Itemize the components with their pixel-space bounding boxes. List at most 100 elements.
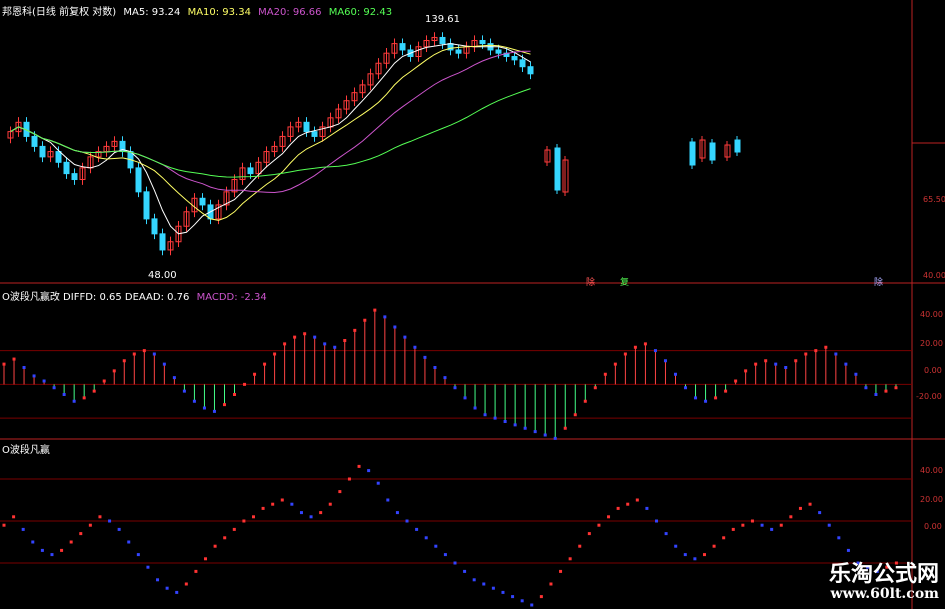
candlestick xyxy=(689,141,696,166)
diffd-point xyxy=(122,359,126,363)
wave-point xyxy=(2,523,6,527)
diffd-point xyxy=(463,396,467,400)
wave-point xyxy=(722,536,726,540)
diffd-point xyxy=(433,366,437,369)
p2-ytick-2: 20.00 xyxy=(920,339,943,348)
diffd-point xyxy=(704,399,708,403)
diffd-point xyxy=(222,403,226,407)
diffd-point xyxy=(804,352,808,356)
diffd-point xyxy=(613,362,617,366)
diffd-point xyxy=(774,362,778,366)
diffd-point xyxy=(653,349,657,353)
diffd-point xyxy=(62,393,66,396)
wave-point xyxy=(165,586,169,590)
diffd-point xyxy=(473,406,477,410)
wave-point xyxy=(319,511,323,515)
wave-point xyxy=(98,515,102,519)
wave-point xyxy=(616,506,620,510)
diffd-point xyxy=(112,369,116,373)
candlestick xyxy=(511,55,518,61)
candlestick xyxy=(63,161,70,175)
candlestick xyxy=(554,147,561,191)
diffd-point xyxy=(874,393,878,396)
wave-point xyxy=(664,532,668,536)
diffd-point xyxy=(32,374,36,378)
wave-point xyxy=(472,578,476,582)
candlestick xyxy=(399,43,406,51)
candlestick xyxy=(31,135,38,147)
wave-point xyxy=(463,569,467,573)
diffd-point xyxy=(82,396,86,400)
wave-point xyxy=(184,582,188,586)
wave-point xyxy=(338,490,342,494)
diffd-point xyxy=(423,355,427,359)
wave-point xyxy=(405,519,409,523)
panel3-title: O波段凡赢 xyxy=(2,445,50,456)
panel1-header: 邦恩科(日线 前复权 对数) MA5: 93.24 MA10: 93.34 MA… xyxy=(2,3,392,18)
wave-point xyxy=(559,569,563,573)
chart-stage: 邦恩科(日线 前复权 对数) MA5: 93.24 MA10: 93.34 MA… xyxy=(0,0,945,609)
wave-point xyxy=(770,527,774,531)
wave-point xyxy=(79,532,83,536)
diffd-point xyxy=(393,325,397,329)
diffd-point xyxy=(694,396,698,400)
ma5-label: MA5: 93.24 xyxy=(123,7,181,18)
wave-point xyxy=(549,582,553,586)
diffd-point xyxy=(333,345,337,349)
diffd-point xyxy=(603,372,607,376)
p1-ytick-1: 65.50 xyxy=(923,195,945,204)
wave-point xyxy=(798,506,802,510)
p2-ytick-4: -20.00 xyxy=(916,392,942,401)
wave-point xyxy=(88,523,92,527)
diffd-point xyxy=(483,413,487,417)
diffd-point xyxy=(844,362,848,366)
diffd-point xyxy=(583,399,587,403)
diffd-point xyxy=(764,359,768,363)
candlestick xyxy=(247,167,254,175)
wave-point xyxy=(156,578,160,582)
diffd-point xyxy=(533,430,537,434)
wave-point xyxy=(702,553,706,557)
diffd-point xyxy=(684,386,688,390)
wave-point xyxy=(395,511,399,515)
wave-point xyxy=(357,464,361,468)
wave-point xyxy=(712,544,716,548)
diffd-point xyxy=(854,372,858,376)
wave-point xyxy=(290,502,294,506)
diffd-point xyxy=(102,379,106,383)
candlestick xyxy=(151,218,158,235)
diffd-point xyxy=(273,352,277,356)
macd-label: MACDD: -2.34 xyxy=(196,292,267,303)
diffd-point xyxy=(503,420,507,423)
wave-point xyxy=(530,603,534,607)
wave-point xyxy=(750,519,754,523)
candlestick xyxy=(159,233,166,251)
p3-ytick-3: 0.00 xyxy=(924,522,942,531)
candlestick xyxy=(495,49,502,54)
wave-point xyxy=(31,540,35,544)
candlestick xyxy=(199,197,206,206)
wave-point xyxy=(837,536,841,540)
diffd-point xyxy=(353,328,357,332)
p2-ytick-3: 0.00 xyxy=(924,366,942,375)
diffd-point xyxy=(864,386,868,390)
wave-point xyxy=(674,544,678,548)
ma60-label: MA60: 92.43 xyxy=(328,7,393,18)
wave-point xyxy=(223,536,227,540)
wave-point xyxy=(597,523,601,527)
wave-point xyxy=(60,548,64,552)
candlestick xyxy=(479,40,486,45)
wave-point xyxy=(194,569,198,573)
diffd-point xyxy=(212,409,216,413)
wave-point xyxy=(453,561,457,565)
diffd-point xyxy=(744,369,748,373)
wave-point xyxy=(261,506,265,510)
high-price-label: 139.61 xyxy=(425,14,460,25)
wave-point xyxy=(827,523,831,527)
diffd-point xyxy=(182,389,186,393)
wave-point xyxy=(808,502,812,506)
diffd-point xyxy=(323,342,327,346)
wave-point xyxy=(271,502,275,506)
wave-point xyxy=(779,523,783,527)
candlestick xyxy=(135,167,142,193)
